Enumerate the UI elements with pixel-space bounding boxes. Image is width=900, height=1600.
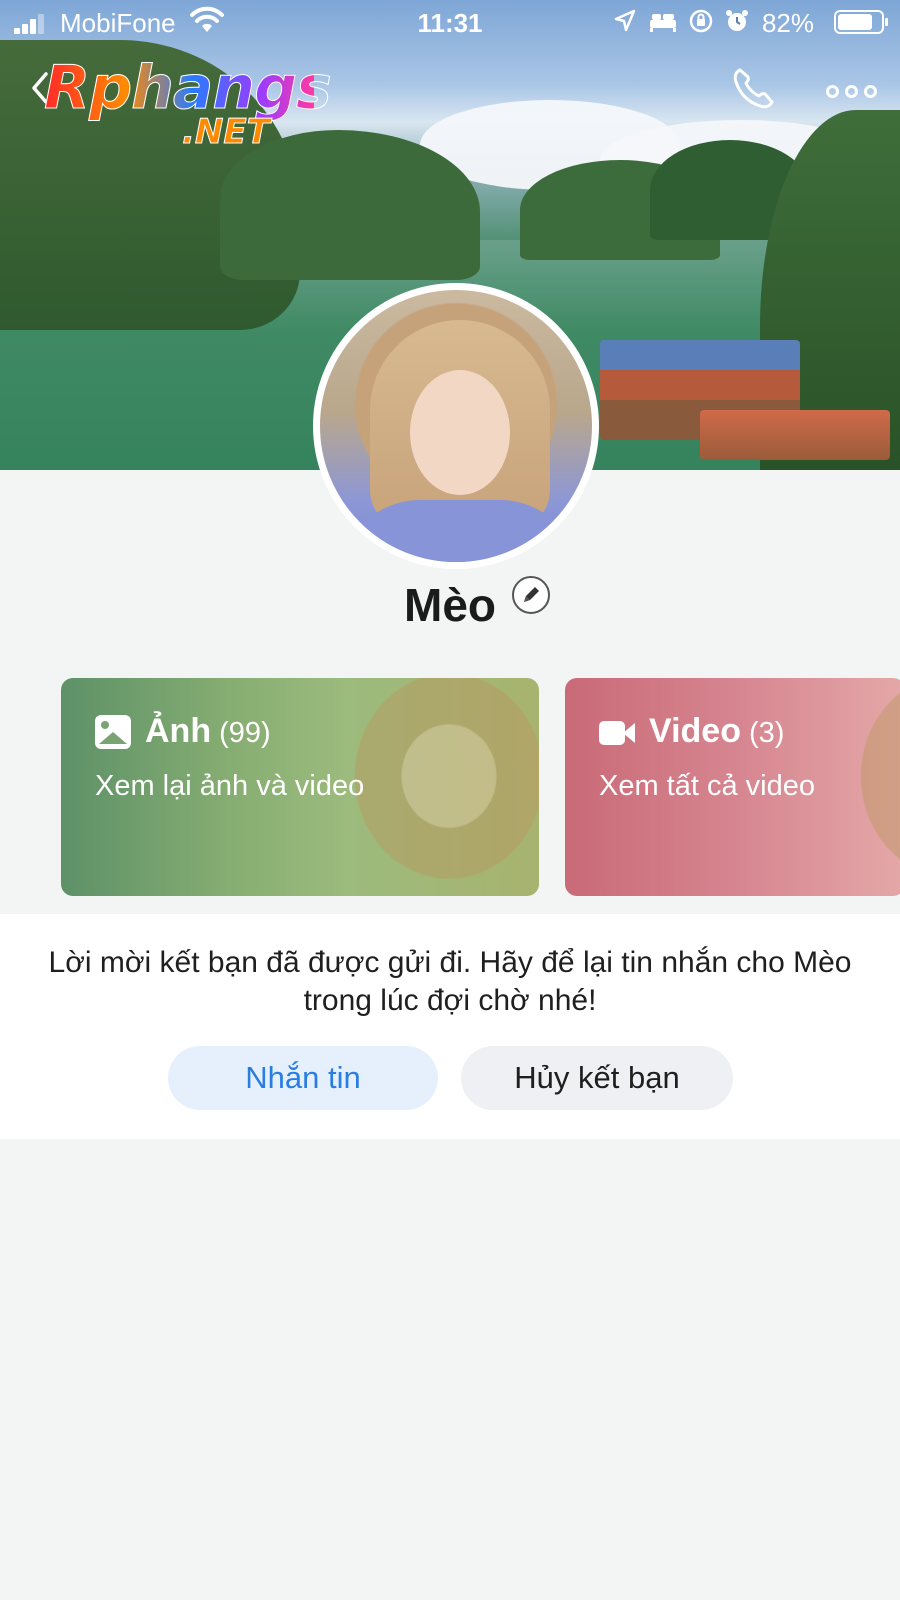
battery-level <box>838 14 873 30</box>
videos-card-subtitle: Xem tất cả video <box>599 770 815 802</box>
logo-domain: .NET <box>182 112 271 153</box>
cancel-friend-request-button[interactable]: Hủy kết bạn <box>461 1046 733 1110</box>
status-bar: MobiFone 11:31 82% <box>0 0 900 46</box>
profile-name-row: Mèo <box>0 578 900 632</box>
more-dots-icon <box>826 84 839 98</box>
videos-card[interactable]: Video (3) Xem tất cả video <box>565 678 900 896</box>
more-dots-icon <box>864 84 877 98</box>
battery-icon <box>834 10 888 34</box>
more-options-button[interactable] <box>826 76 880 106</box>
watermark-logo: Rphangs .NET <box>44 53 333 156</box>
card-background-photo <box>845 678 900 896</box>
status-icons <box>612 8 750 34</box>
send-message-button[interactable]: Nhắn tin <box>168 1046 438 1110</box>
boats <box>700 410 890 460</box>
videos-title-text: Video <box>649 712 741 750</box>
photos-card-subtitle: Xem lại ảnh và video <box>95 770 365 802</box>
location-arrow-icon <box>614 9 636 32</box>
photos-card-header: Ảnh (99) <box>95 712 271 751</box>
photos-title-text: Ảnh <box>145 712 212 750</box>
videos-count: (3) <box>748 717 785 749</box>
card-background-photo <box>339 678 539 896</box>
profile-name: Mèo <box>404 579 496 631</box>
image-icon <box>95 714 131 749</box>
photos-count: (99) <box>219 717 271 749</box>
more-dots-icon <box>845 84 858 98</box>
pencil-icon <box>524 587 539 602</box>
photos-card-title: Ảnh (99) <box>145 712 271 751</box>
video-camera-icon <box>599 719 635 745</box>
call-button[interactable] <box>730 66 780 116</box>
battery-percent: 82% <box>761 8 814 38</box>
edit-name-button[interactable] <box>512 576 550 614</box>
logo-text: Rphangs <box>44 53 333 123</box>
photos-card[interactable]: Ảnh (99) Xem lại ảnh và video <box>61 678 539 896</box>
phone-icon <box>733 68 774 109</box>
avatar-face <box>410 370 510 495</box>
videos-card-header: Video (3) <box>599 712 784 751</box>
friend-request-panel: Lời mời kết bạn đã được gửi đi. Hãy để l… <box>0 914 900 1139</box>
videos-card-title: Video (3) <box>649 712 784 751</box>
profile-avatar[interactable] <box>313 283 599 569</box>
friend-request-message: Lời mời kết bạn đã được gửi đi. Hãy để l… <box>48 946 852 1017</box>
rotation-lock-icon <box>689 9 713 33</box>
bed-icon <box>650 14 676 32</box>
alarm-icon <box>726 10 748 31</box>
